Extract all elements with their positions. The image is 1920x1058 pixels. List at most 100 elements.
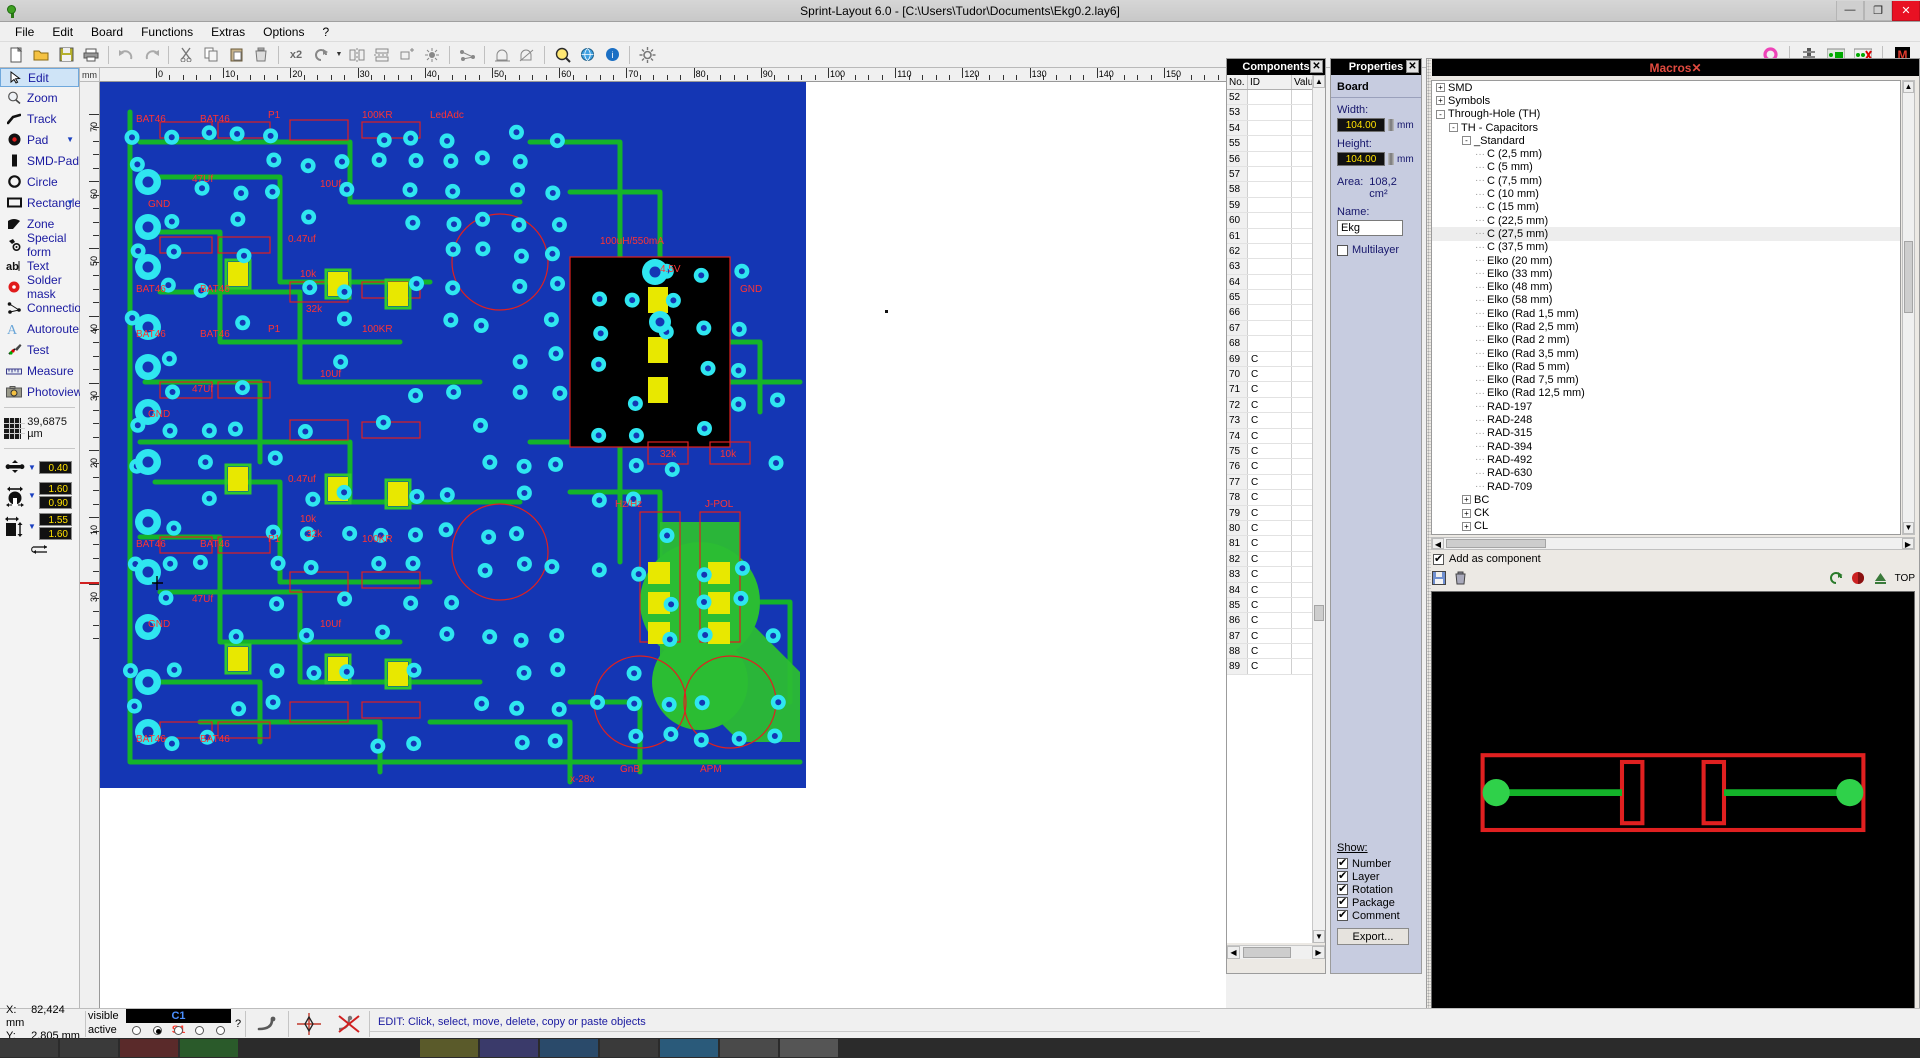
component-value[interactable] <box>1292 429 1312 443</box>
component-id[interactable]: C <box>1248 367 1292 382</box>
tool-connections[interactable]: Connections <box>0 297 94 318</box>
paste-icon[interactable] <box>224 44 248 66</box>
menu-help[interactable]: ? <box>313 23 338 41</box>
table-row[interactable]: 77 C <box>1227 474 1312 491</box>
delete-icon[interactable] <box>249 44 273 66</box>
layer-radio-s2[interactable] <box>189 1026 210 1035</box>
component-id[interactable]: C <box>1248 490 1292 505</box>
scroll-left-icon[interactable]: ◀ <box>1227 946 1240 959</box>
macros-hscroll-right-icon[interactable]: ▶ <box>1902 538 1914 549</box>
open-icon[interactable] <box>29 44 53 66</box>
tree-toggle-icon[interactable]: - <box>1436 109 1445 119</box>
table-row[interactable]: 71 C <box>1227 382 1312 398</box>
menu-options[interactable]: Options <box>254 23 313 41</box>
component-id[interactable] <box>1248 213 1292 228</box>
component-value[interactable] <box>1292 490 1312 504</box>
table-row[interactable]: 78 C <box>1227 490 1312 506</box>
table-row[interactable]: 81 C <box>1227 536 1312 552</box>
taskbar-item-5[interactable] <box>420 1039 478 1057</box>
component-value[interactable] <box>1292 659 1312 673</box>
macros-tree-vertical-scrollbar[interactable]: ▲ ▼ <box>1902 80 1915 535</box>
tree-toggle-icon[interactable]: - <box>1462 136 1471 146</box>
layer-radio-c1[interactable] <box>126 1026 147 1035</box>
menu-functions[interactable]: Functions <box>132 23 202 41</box>
group-icon[interactable] <box>420 44 444 66</box>
tree-node[interactable]: ··· RAD-394 <box>1432 440 1900 453</box>
tree-node[interactable]: ··· Elko (Rad 2 mm) <box>1432 334 1900 347</box>
menu-edit[interactable]: Edit <box>43 23 82 41</box>
table-row[interactable]: 61 <box>1227 228 1312 244</box>
tree-toggle-icon[interactable]: + <box>1436 96 1445 106</box>
tree-node[interactable]: ··· C (2,5 mm) <box>1432 147 1900 160</box>
component-value[interactable] <box>1292 121 1312 135</box>
connections-toolbar-icon[interactable] <box>455 44 479 66</box>
height-spinner-icon[interactable] <box>1388 153 1394 165</box>
component-value[interactable] <box>1292 613 1312 627</box>
tree-node[interactable]: ··· RAD-248 <box>1432 413 1900 426</box>
mirror-vertical-icon[interactable] <box>370 44 394 66</box>
pad-size-dropdown-icon[interactable]: ▼ <box>28 491 37 500</box>
crosshair-icon[interactable] <box>289 1012 329 1035</box>
mirror-horizontal-icon[interactable] <box>345 44 369 66</box>
table-row[interactable]: 54 <box>1227 120 1312 137</box>
tree-node[interactable]: ··· C (27,5 mm) <box>1432 227 1900 241</box>
component-id[interactable]: C <box>1248 397 1292 413</box>
taskbar-item-2[interactable] <box>60 1039 118 1057</box>
chevron-down-icon[interactable]: ▼ <box>66 135 74 144</box>
component-value[interactable] <box>1292 182 1312 196</box>
new-icon[interactable] <box>4 44 28 66</box>
component-id[interactable] <box>1248 120 1292 136</box>
component-value[interactable] <box>1292 305 1312 319</box>
component-value[interactable] <box>1292 275 1312 289</box>
export-button[interactable]: Export... <box>1337 928 1409 945</box>
component-value[interactable] <box>1292 629 1312 643</box>
component-id[interactable]: C <box>1248 536 1292 551</box>
table-row[interactable]: 68 <box>1227 336 1312 352</box>
table-row[interactable]: 82 C <box>1227 551 1312 568</box>
info-icon[interactable]: i <box>600 44 624 66</box>
component-value[interactable] <box>1292 229 1312 243</box>
tree-node[interactable]: ··· Elko (48 mm) <box>1432 280 1900 293</box>
table-row[interactable]: 85 C <box>1227 597 1312 614</box>
components-hscroll-thumb[interactable] <box>1243 947 1291 958</box>
component-value[interactable] <box>1292 213 1312 227</box>
table-row[interactable]: 64 <box>1227 274 1312 291</box>
table-row[interactable]: 89 C <box>1227 659 1312 675</box>
pcb-canvas[interactable]: BAT46 BAT46 P1 100KR LedAdc BAT46 BAT46 BAT4… <box>100 82 1226 1010</box>
macro-preview[interactable] <box>1431 591 1915 1035</box>
show-rotation-row[interactable]: Rotation <box>1337 882 1417 896</box>
menu-file[interactable]: File <box>6 23 43 41</box>
table-row[interactable]: 84 C <box>1227 582 1312 598</box>
tree-node[interactable]: ··· Elko (33 mm) <box>1432 267 1900 280</box>
multilayer-row[interactable]: Multilayer <box>1337 244 1415 256</box>
table-row[interactable]: 59 <box>1227 197 1312 214</box>
redo-icon[interactable] <box>139 44 163 66</box>
component-id[interactable]: C <box>1248 505 1292 520</box>
component-id[interactable]: C <box>1248 644 1292 659</box>
component-value[interactable] <box>1292 367 1312 381</box>
show-rotation-checkbox[interactable] <box>1337 882 1348 895</box>
tree-node[interactable]: - Through-Hole (TH) <box>1432 108 1900 121</box>
component-value[interactable] <box>1292 90 1312 104</box>
scroll-right-icon[interactable]: ▶ <box>1312 946 1325 959</box>
macros-hscroll-left-icon[interactable]: ◀ <box>1432 538 1444 549</box>
tree-node[interactable]: + BC <box>1432 493 1900 506</box>
pcb-board[interactable]: BAT46 BAT46 P1 100KR LedAdc BAT46 BAT46 BAT4… <box>100 82 806 788</box>
show-comment-checkbox[interactable] <box>1337 908 1348 921</box>
width-spinner-icon[interactable] <box>1388 119 1394 131</box>
macros-scroll-thumb[interactable] <box>1904 241 1913 313</box>
component-value[interactable] <box>1292 644 1312 658</box>
macros-hscroll-thumb[interactable] <box>1446 539 1546 548</box>
table-row[interactable]: 57 <box>1227 166 1312 183</box>
tree-node[interactable]: ··· C (37,5 mm) <box>1432 241 1900 254</box>
component-id[interactable]: C <box>1248 582 1292 597</box>
taskbar-item-3[interactable] <box>120 1039 178 1057</box>
settings-icon[interactable] <box>635 44 659 66</box>
smd-icon[interactable] <box>490 44 514 66</box>
component-id[interactable] <box>1248 197 1292 213</box>
align-icon[interactable] <box>395 44 419 66</box>
tool-autoroute[interactable]: A Autoroute <box>0 318 79 339</box>
table-row[interactable]: 55 <box>1227 136 1312 152</box>
show-layer-row[interactable]: Layer <box>1337 869 1417 883</box>
component-id[interactable]: C <box>1248 413 1292 428</box>
